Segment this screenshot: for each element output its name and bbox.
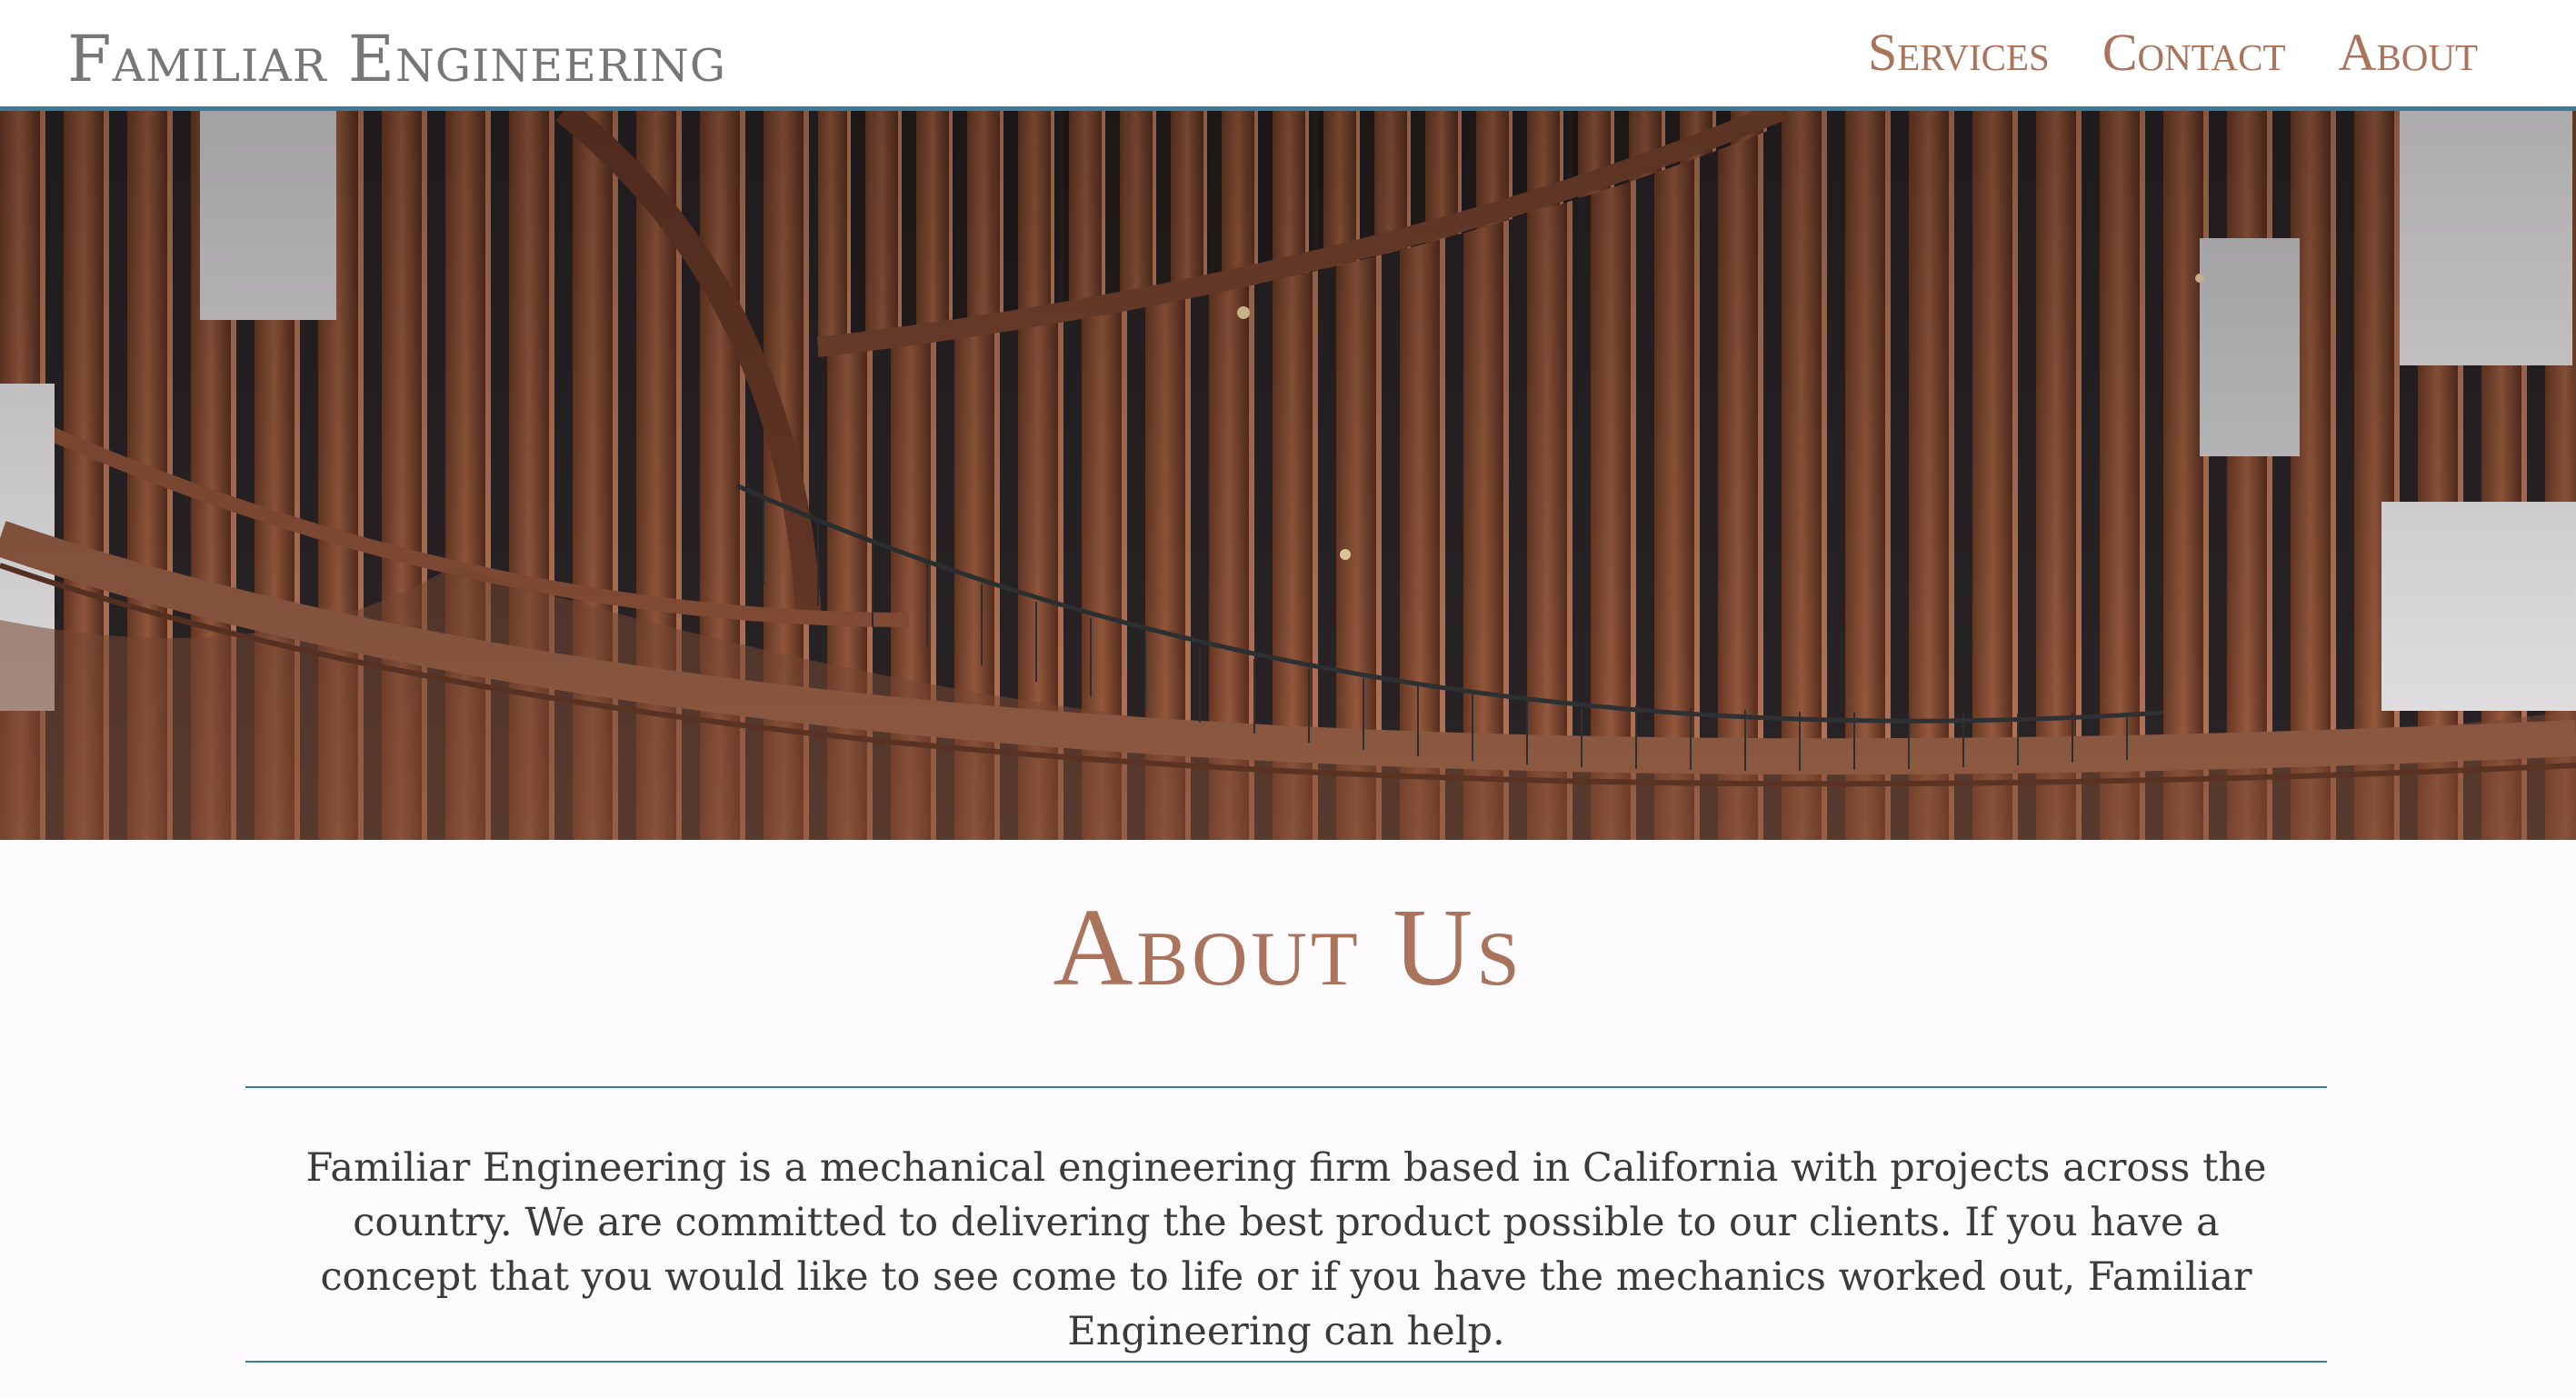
divider-bottom	[245, 1361, 2327, 1363]
about-description: Familiar Engineering is a mechanical eng…	[305, 1145, 2267, 1354]
page-title: About Us	[1053, 886, 1523, 1009]
site-logo-text[interactable]: Familiar Engineering	[67, 20, 726, 98]
hero-image	[0, 111, 2576, 840]
nav-link-about[interactable]: About	[2339, 20, 2479, 85]
divider-top	[245, 1086, 2327, 1088]
nav-link-services[interactable]: Services	[1868, 20, 2050, 85]
nav-link-contact[interactable]: Contact	[2102, 20, 2286, 85]
main-nav: Services Contact About	[1868, 20, 2478, 85]
site-header: Familiar Engineering Services Contact Ab…	[0, 0, 2576, 111]
building-facade-illustration	[0, 111, 2576, 840]
